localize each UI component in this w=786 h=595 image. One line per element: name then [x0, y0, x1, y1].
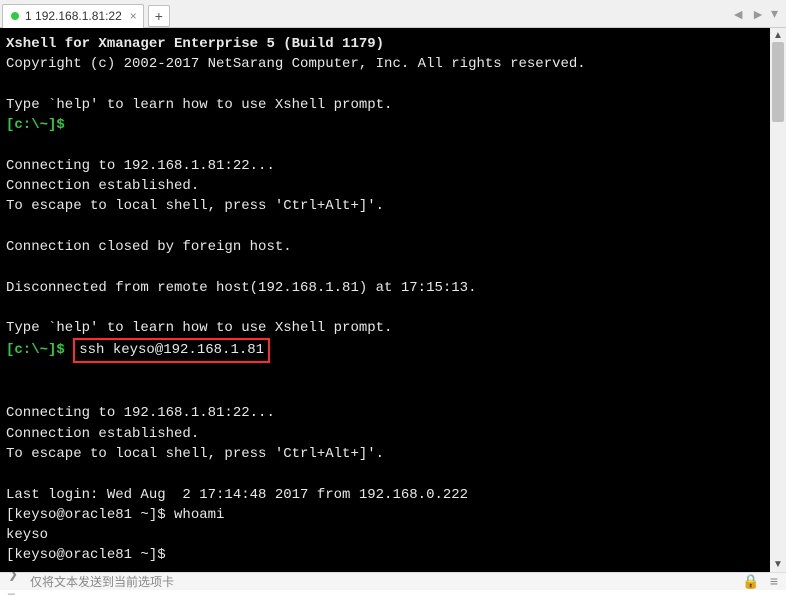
terminal-prompt: [keyso@oracle81 ~]$: [6, 547, 174, 563]
terminal[interactable]: Xshell for Xmanager Enterprise 5 (Build …: [0, 28, 770, 572]
terminal-line: Xshell for Xmanager Enterprise 5 (Build …: [6, 36, 384, 52]
scroll-down-icon[interactable]: ▼: [771, 558, 785, 572]
lock-icon[interactable]: 🔒: [742, 573, 759, 590]
nav-right-icon[interactable]: ►: [751, 6, 765, 22]
terminal-line: Connecting to 192.168.1.81:22...: [6, 405, 275, 421]
terminal-line: To escape to local shell, press 'Ctrl+Al…: [6, 198, 384, 214]
close-icon[interactable]: ×: [130, 9, 137, 23]
terminal-line: Connection established.: [6, 426, 199, 442]
scroll-track[interactable]: [770, 42, 786, 558]
menu-icon[interactable]: ≡: [770, 573, 778, 590]
highlighted-command: ssh keyso@192.168.1.81: [73, 338, 270, 362]
nav-left-icon[interactable]: ◄: [731, 6, 745, 22]
terminal-line: Last login: Wed Aug 2 17:14:48 2017 from…: [6, 487, 468, 503]
terminal-icon: ❯_: [8, 574, 22, 588]
terminal-prompt: [c:\~]$: [6, 342, 65, 358]
add-tab-button[interactable]: +: [148, 5, 170, 27]
terminal-line: Connecting to 192.168.1.81:22...: [6, 158, 275, 174]
tab-title: 192.168.1.81:22: [35, 9, 122, 23]
status-bar: ❯_ 仅将文本发送到当前选项卡 🔒 ≡: [0, 572, 786, 590]
terminal-output: keyso: [6, 527, 48, 543]
plus-icon: +: [155, 8, 163, 24]
terminal-line: Connection established.: [6, 178, 199, 194]
tab-bar: 1 192.168.1.81:22 × + ◄ ► ▾: [0, 0, 786, 28]
status-text: 仅将文本发送到当前选项卡: [30, 573, 174, 590]
terminal-command: whoami: [174, 507, 224, 523]
scroll-thumb[interactable]: [772, 42, 784, 122]
terminal-line: To escape to local shell, press 'Ctrl+Al…: [6, 446, 384, 462]
terminal-line: Copyright (c) 2002-2017 NetSarang Comput…: [6, 56, 586, 72]
terminal-area: Xshell for Xmanager Enterprise 5 (Build …: [0, 28, 786, 572]
terminal-line: Disconnected from remote host(192.168.1.…: [6, 280, 476, 296]
tab-nav: ◄ ► ▾: [731, 5, 786, 22]
nav-dropdown-icon[interactable]: ▾: [771, 5, 778, 22]
terminal-line: Type `help' to learn how to use Xshell p…: [6, 320, 392, 336]
status-dot-icon: [11, 12, 19, 20]
scroll-up-icon[interactable]: ▲: [771, 28, 785, 42]
tab-session-1[interactable]: 1 192.168.1.81:22 ×: [2, 4, 144, 28]
terminal-line: Type `help' to learn how to use Xshell p…: [6, 97, 392, 113]
terminal-prompt: [c:\~]$: [6, 117, 65, 133]
terminal-line: Connection closed by foreign host.: [6, 239, 292, 255]
terminal-prompt: [keyso@oracle81 ~]$: [6, 507, 174, 523]
status-right-icons: 🔒 ≡: [742, 573, 778, 590]
tab-index: 1: [25, 9, 32, 23]
scrollbar[interactable]: ▲ ▼: [770, 28, 786, 572]
